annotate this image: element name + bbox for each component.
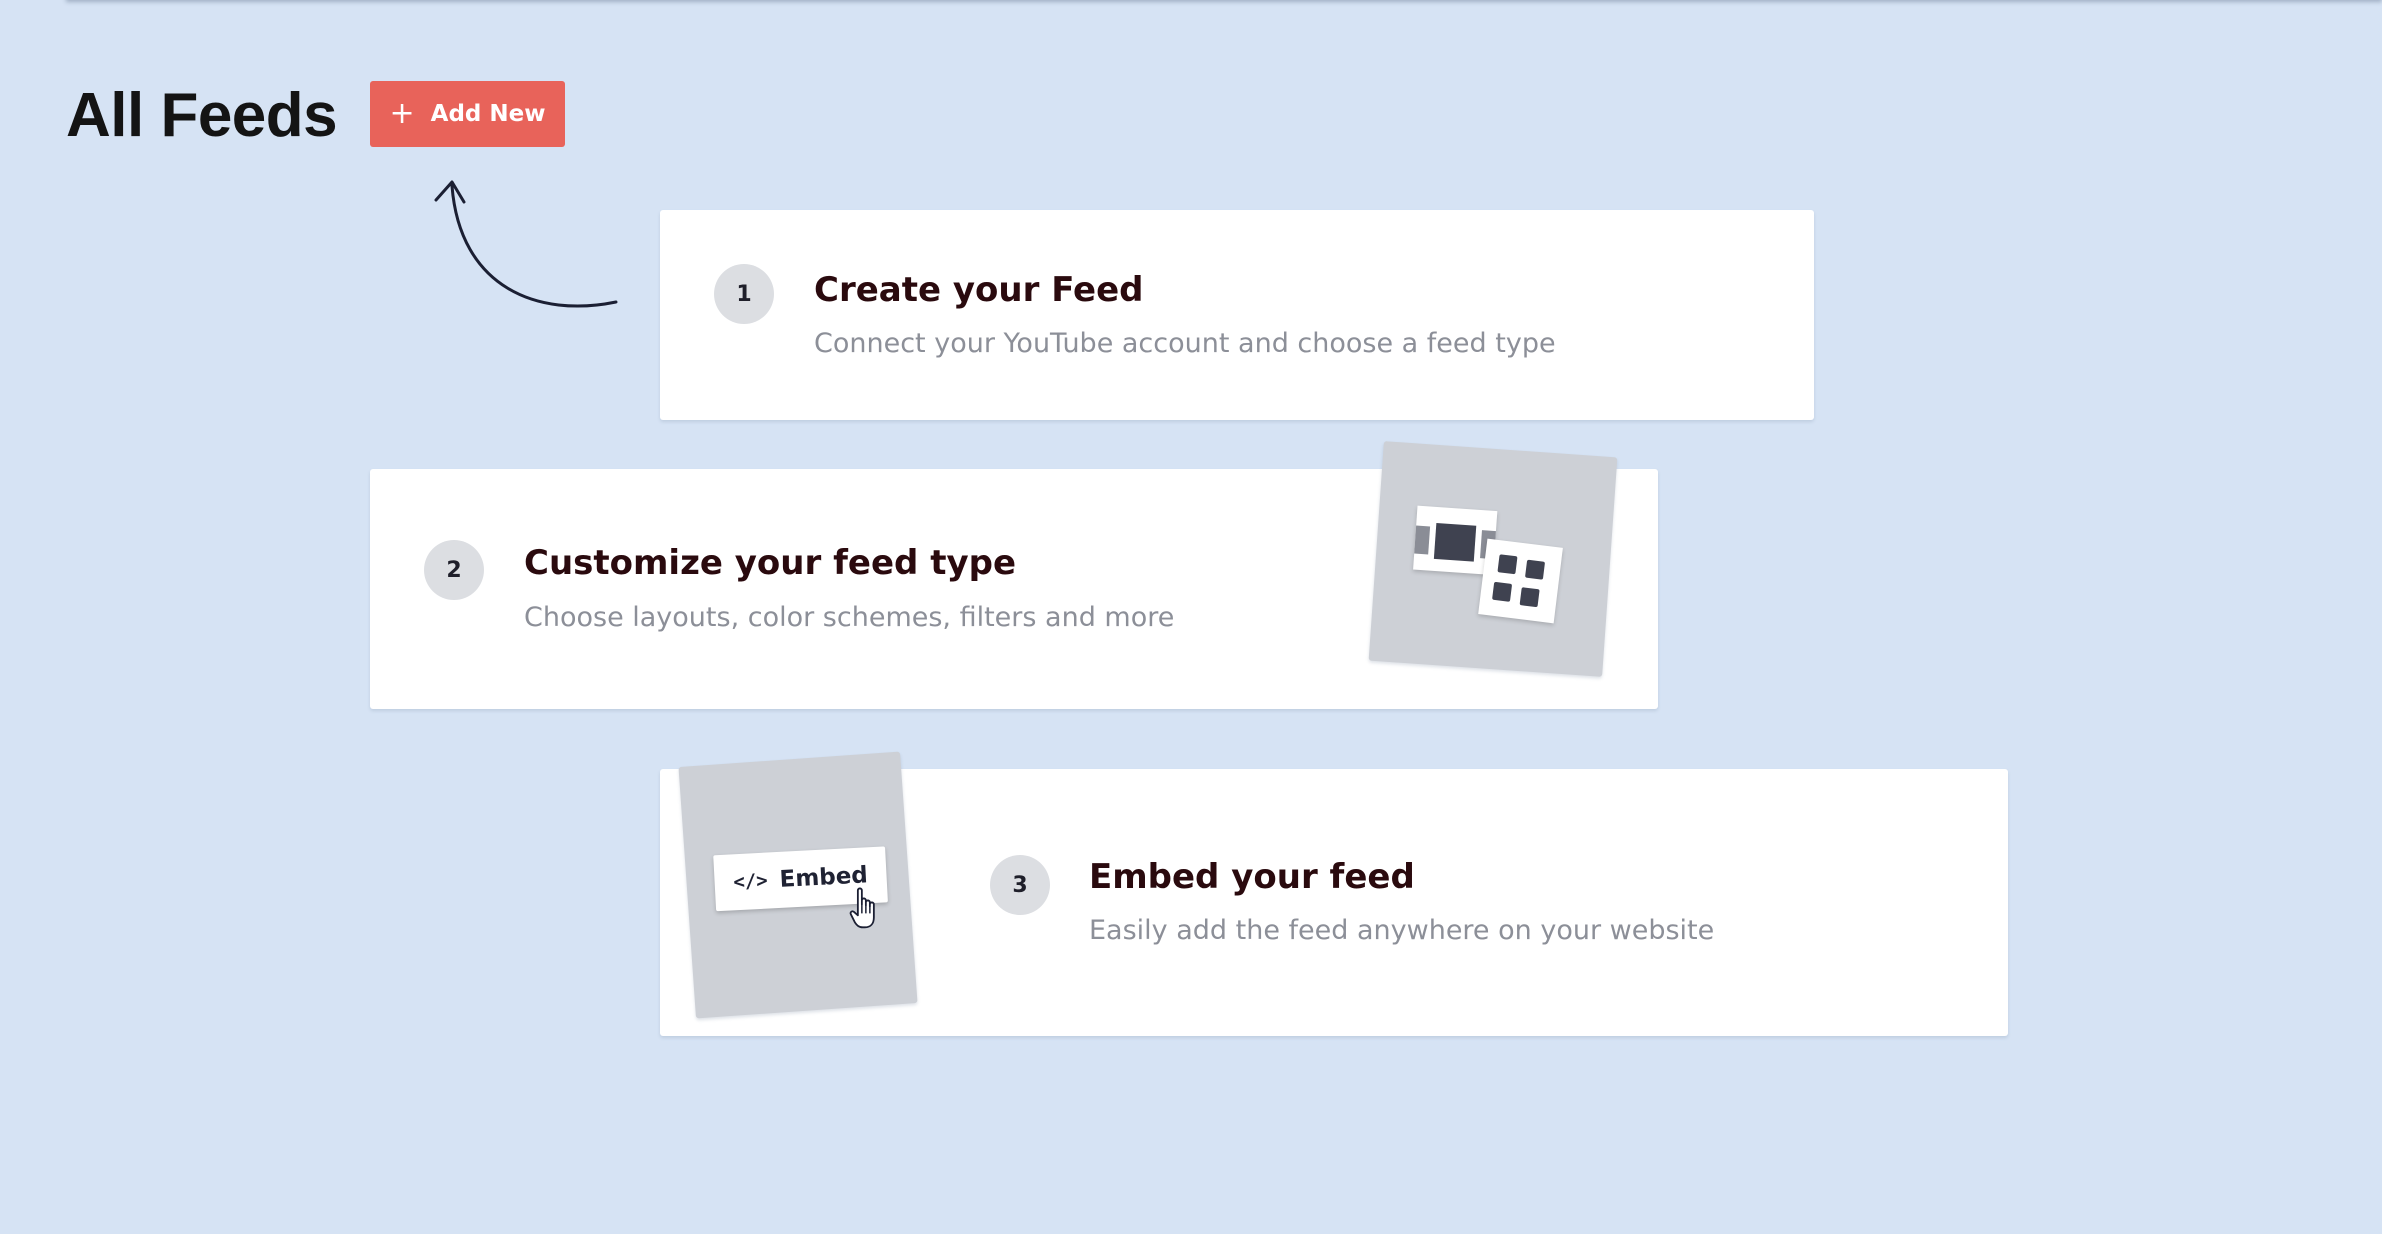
page-title: All Feeds — [66, 81, 338, 150]
step-description: Choose layouts, color schemes, filters a… — [524, 602, 1175, 633]
embed-illustration: </> Embed — [678, 751, 918, 1019]
step-card-customize-feed: 2 Customize your feed type Choose layout… — [370, 441, 1658, 709]
step-title: Create your Feed — [814, 270, 1144, 310]
step-card-embed-feed: </> Embed 3 Embed your feed Easily add t… — [660, 751, 2008, 1036]
layout-illustration — [1368, 441, 1618, 677]
step-title: Embed your feed — [1089, 857, 1415, 897]
step-description: Connect your YouTube account and choose … — [814, 328, 1556, 359]
step-description: Easily add the feed anywhere on your web… — [1089, 915, 1715, 946]
hand-cursor-icon — [849, 887, 875, 929]
step-number-badge: 1 — [714, 264, 774, 324]
add-new-label: Add New — [430, 101, 546, 127]
code-icon: </> — [732, 869, 769, 894]
curved-arrow-icon — [434, 180, 618, 308]
step-number-badge: 2 — [424, 540, 484, 600]
add-new-button[interactable]: + Add New — [370, 81, 565, 147]
plus-icon: + — [389, 96, 415, 131]
step-card-create-feed: 1 Create your Feed Connect your YouTube … — [660, 210, 1814, 420]
grid-layout-icon — [1478, 538, 1563, 624]
step-title: Customize your feed type — [524, 543, 1017, 583]
step-number-badge: 3 — [990, 855, 1050, 915]
